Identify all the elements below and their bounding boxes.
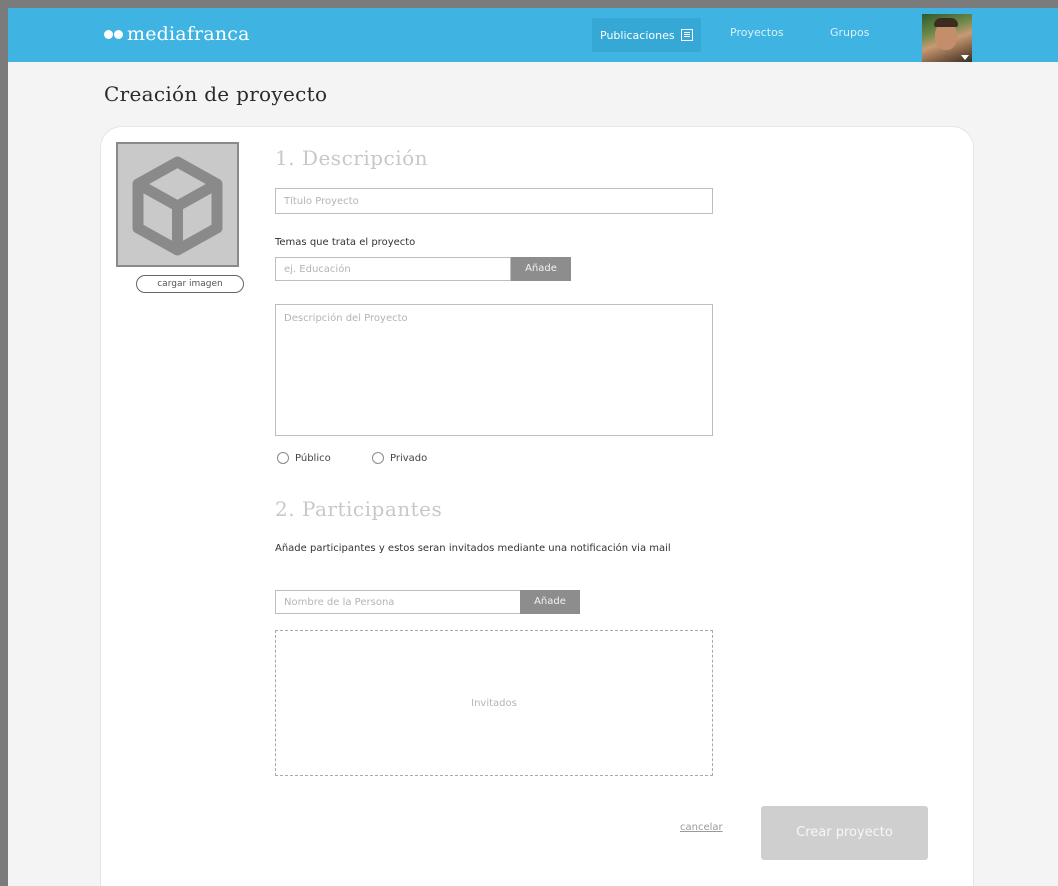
nav-item-label: Grupos [830,26,870,39]
person-name-input[interactable] [275,590,521,614]
radio-label: Privado [390,452,428,464]
page-title: Creación de proyecto [104,82,328,106]
page: mediafranca Publicaciones Proyectos Grup… [8,8,1058,886]
top-bar: mediafranca Publicaciones Proyectos Grup… [8,8,1058,62]
dropdown-caret-icon [961,55,969,60]
radio-label: Público [295,452,331,464]
cube-icon [132,156,223,256]
visibility-public-radio[interactable]: Público [277,452,331,464]
brand-logo[interactable]: mediafranca [104,21,250,47]
participants-intro: Añade participantes y estos seran invita… [275,543,671,554]
nav-item-proyectos[interactable]: Proyectos [730,26,784,39]
add-participant-button[interactable]: Añade [520,590,580,614]
project-image-placeholder [116,142,239,267]
nav-item-grupos[interactable]: Grupos [830,26,869,39]
list-icon [680,29,693,41]
invited-dropzone: Invitados [275,630,713,776]
section-title-participants: 2. Participantes [275,497,443,521]
upload-image-button[interactable]: cargar imagen [136,275,244,293]
section-title-description: 1. Descripción [275,146,429,170]
topic-input[interactable] [275,257,511,281]
nav-item-label: Proyectos [730,26,784,39]
radio-circle-icon [372,452,384,464]
visibility-private-radio[interactable]: Privado [372,452,427,464]
radio-circle-icon [277,452,289,464]
logo-dot-icon [114,29,123,39]
add-topic-button[interactable]: Añade [511,257,571,281]
invited-placeholder: Invitados [471,697,517,709]
brand-name: mediafranca [127,23,250,45]
avatar-hair [934,18,958,27]
cancel-link[interactable]: cancelar [680,822,723,833]
project-title-input[interactable] [275,188,713,214]
topics-label: Temas que trata el proyecto [275,237,416,248]
user-avatar[interactable] [922,14,972,62]
nav-item-label: Publicaciones [600,28,675,42]
logo-dot-icon [104,29,113,39]
create-project-button[interactable]: Crear proyecto [761,806,928,860]
nav-item-publicaciones[interactable]: Publicaciones [592,18,701,52]
project-description-textarea[interactable] [275,304,713,436]
